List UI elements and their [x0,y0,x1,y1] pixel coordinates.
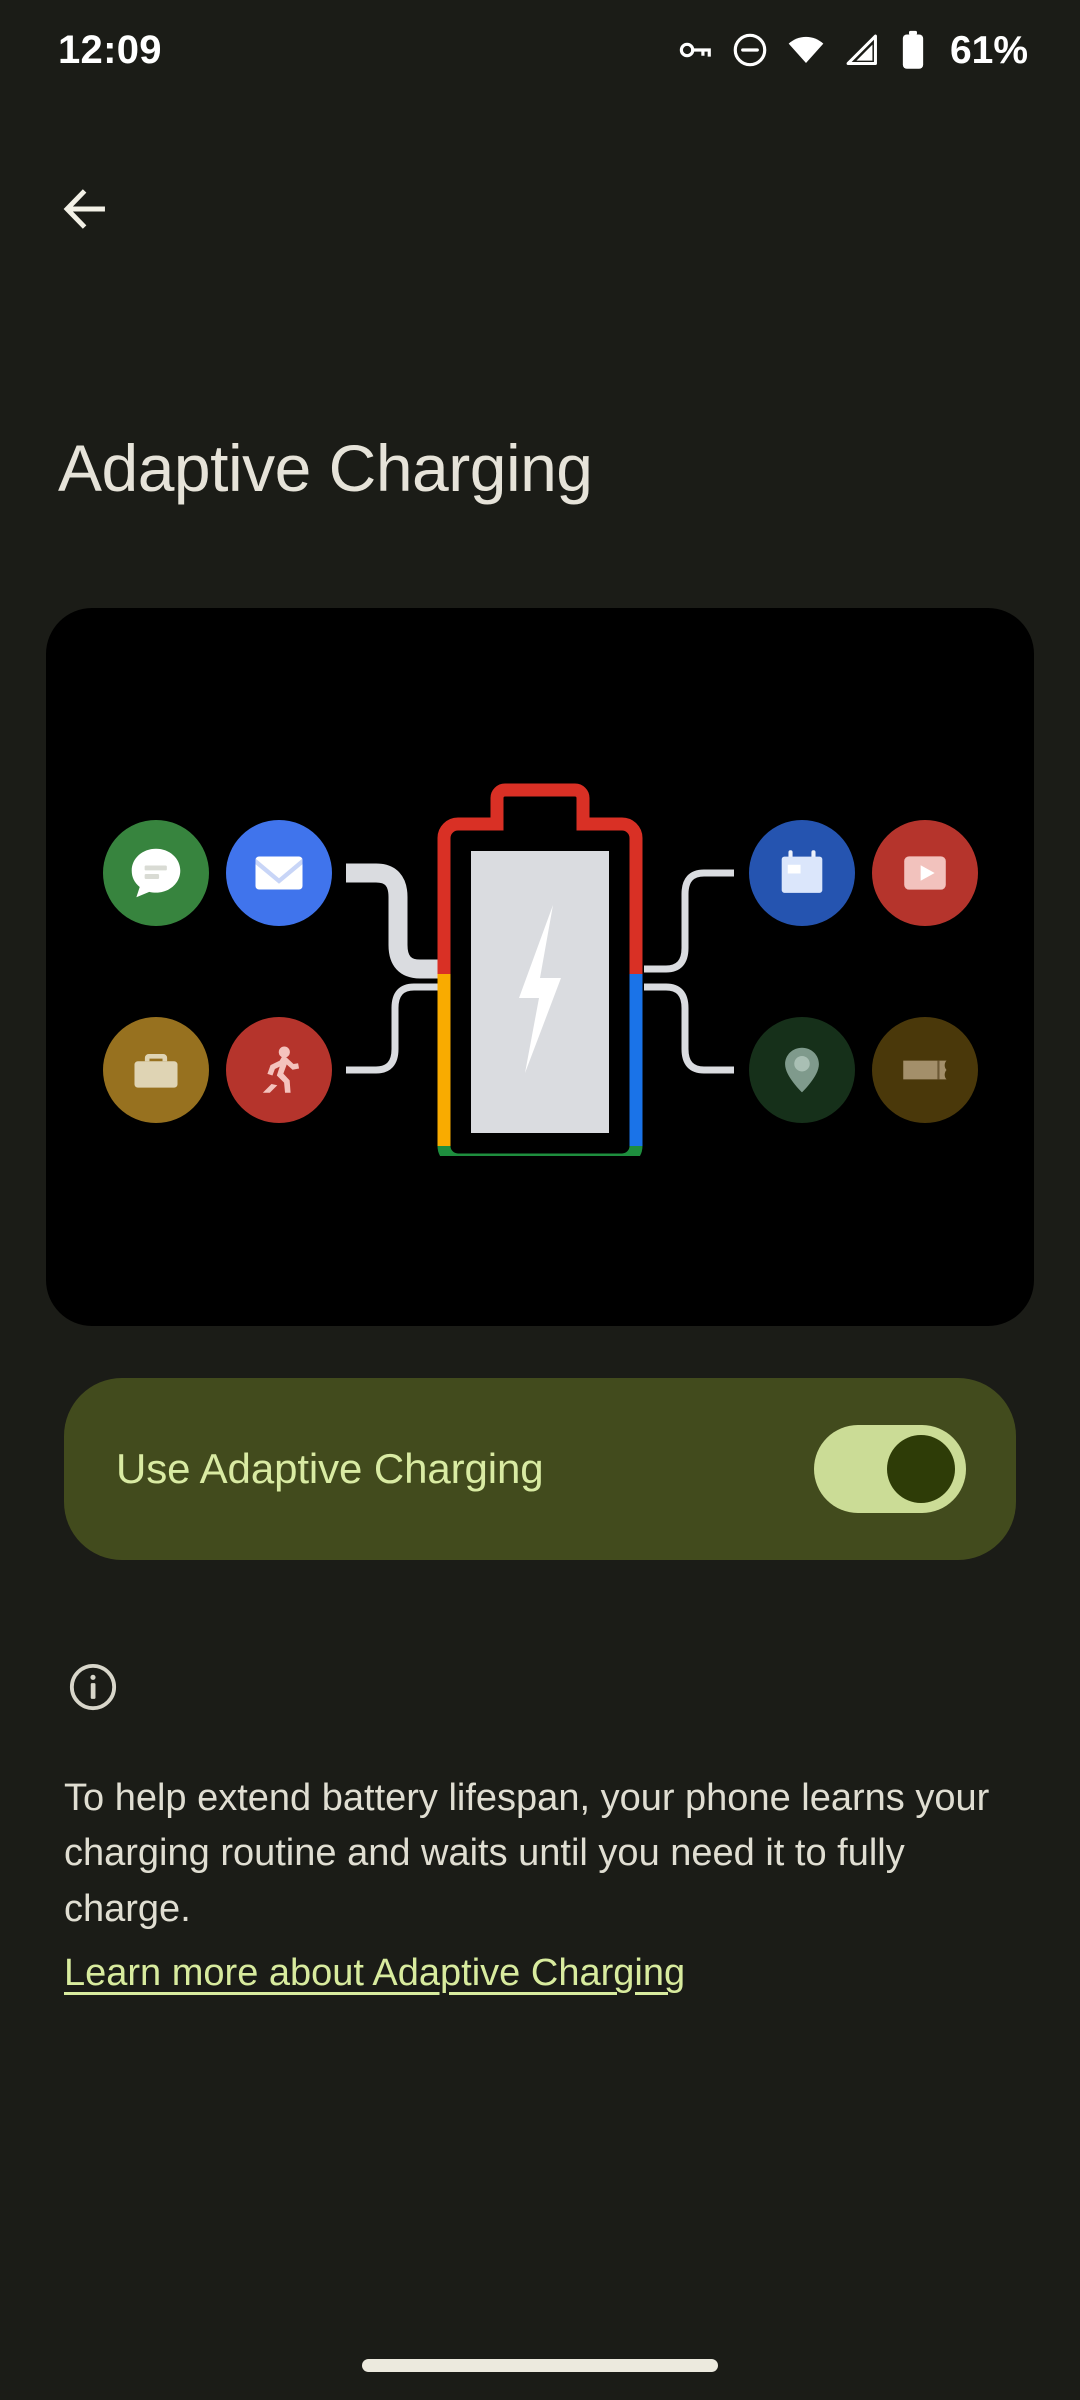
battery-charging-icon [431,778,649,1167]
calendar-icon [773,844,831,902]
app-icon-maps [749,1017,855,1123]
ticket-icon [896,1041,954,1099]
back-button[interactable] [38,164,132,258]
arrow-left-icon [57,181,113,242]
battery-percent-label: 61% [949,28,1028,72]
app-icon-calendar [749,820,855,926]
envelope-icon [249,843,309,903]
location-pin-icon [773,1041,831,1099]
switch-thumb [887,1435,955,1503]
running-person-icon [250,1041,308,1099]
play-rectangle-icon [896,844,954,902]
do-not-disturb-icon [731,31,769,69]
status-icons: 61% [676,30,1028,70]
illustration-card [46,608,1034,1326]
description-text: To help extend battery lifespan, your ph… [64,1777,990,1930]
illustration-stage [46,608,1034,1326]
vpn-key-icon [676,31,714,69]
adaptive-charging-toggle-label: Use Adaptive Charging [116,1445,544,1492]
briefcase-icon [127,1041,185,1099]
app-icon-fitness [226,1017,332,1123]
status-bar: 12:09 61% [0,0,1080,100]
page-title: Adaptive Charging [58,431,593,505]
app-icon-work [103,1017,209,1123]
status-clock: 12:09 [58,28,162,72]
adaptive-charging-toggle-row[interactable]: Use Adaptive Charging [64,1378,1016,1560]
info-circle-icon [66,1660,120,1714]
learn-more-link[interactable]: Learn more about Adaptive Charging [64,1952,685,1995]
cellular-signal-icon [843,31,881,69]
app-icon-video [872,820,978,926]
app-icon-tickets [872,1017,978,1123]
app-icon-mail [226,820,332,926]
wifi-icon [786,30,826,70]
chat-bubble-icon [125,842,187,904]
battery-icon [898,30,928,70]
adaptive-charging-switch[interactable] [814,1425,966,1513]
app-icon-messages [103,820,209,926]
home-gesture-bar[interactable] [362,2359,718,2372]
